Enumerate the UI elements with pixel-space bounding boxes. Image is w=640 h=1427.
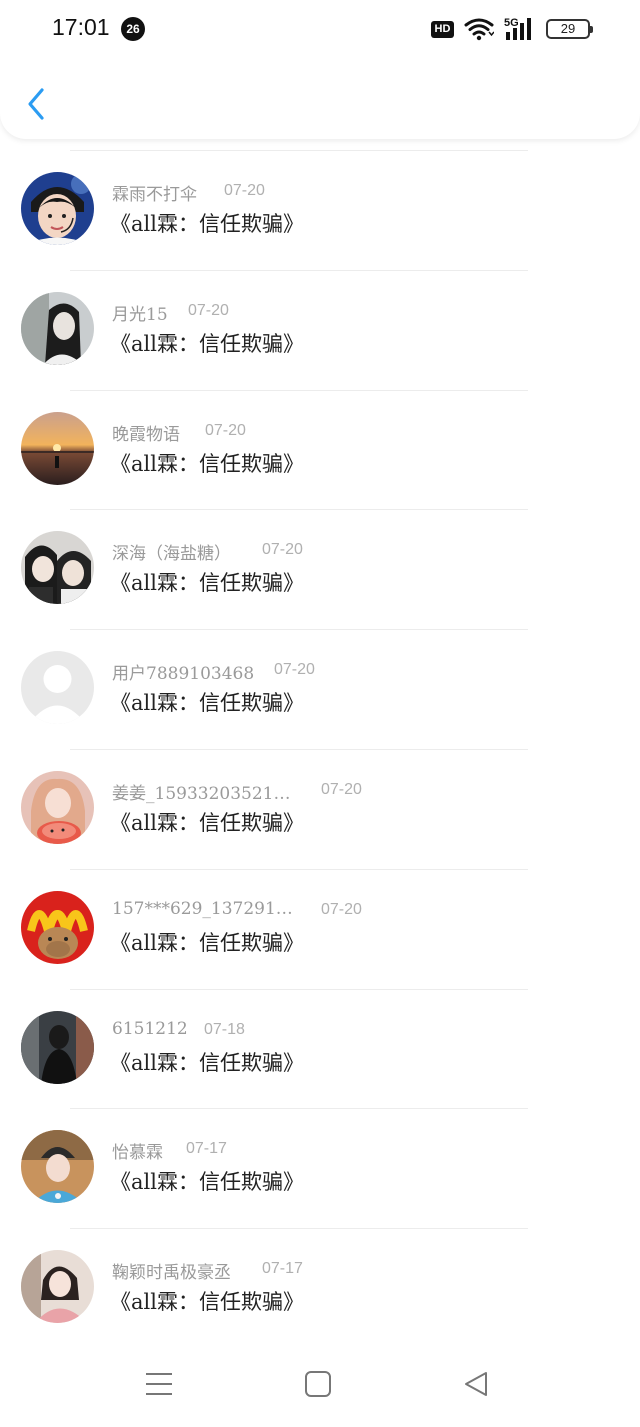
item-title: 《all霖：信任欺骗》 [110,451,304,476]
home-square-icon [305,1371,331,1397]
wifi-icon [464,18,494,41]
divider [70,389,528,391]
notification-count-badge: 26 [121,17,145,41]
timestamp: 07-20 [321,780,362,798]
timestamp: 07-20 [274,661,315,679]
avatar[interactable] [21,1250,94,1324]
status-bar: 17:01 26 HD 5G 29 [0,0,640,58]
avatar[interactable] [21,172,94,245]
nav-back-button[interactable] [456,1366,496,1402]
timestamp: 07-20 [262,541,303,559]
timestamp: 07-20 [321,900,362,918]
avatar[interactable] [21,1130,94,1204]
divider [70,748,528,750]
menu-button[interactable] [139,1366,179,1402]
item-title: 《all霖：信任欺骗》 [110,1050,304,1075]
chevron-left-icon [28,88,44,120]
avatar[interactable] [21,291,94,365]
avatar[interactable] [21,1010,94,1084]
status-time: 17:01 [52,14,110,40]
username: 姜姜_15933203521… [112,783,291,804]
divider [70,509,528,511]
hd-icon: HD [431,20,454,38]
username: 晚霞物语 [112,424,180,445]
divider [70,629,528,631]
home-button[interactable] [298,1366,338,1402]
back-triangle-icon [465,1372,487,1396]
item-title: 《all霖：信任欺骗》 [110,331,304,356]
divider [70,868,528,870]
item-title: 《all霖：信任欺骗》 [110,1290,304,1315]
back-button[interactable] [18,82,54,126]
item-title: 《all霖：信任欺骗》 [110,930,304,955]
list-item[interactable]: 深海（海盐糖） 07-20 《all霖：信任欺骗》 [0,509,640,629]
username: 月光15 [112,304,168,325]
timestamp: 07-20 [205,421,246,439]
cellular-5g-icon: 5G [504,17,531,40]
avatar[interactable] [21,651,94,725]
username: 157***629_137291… [112,898,293,919]
item-title: 《all霖：信任欺骗》 [110,810,304,835]
list-item[interactable]: 月光15 07-20 《all霖：信任欺骗》 [0,269,640,390]
username: 霖雨不打伞 [112,185,197,205]
network-5g-label: 5G [504,17,519,29]
item-title: 《all霖：信任欺骗》 [110,1170,304,1195]
system-navigation-bar [0,1340,640,1427]
item-title: 《all霖：信任欺骗》 [110,571,304,596]
username: 6151212 [112,1018,188,1039]
username: 深海（海盐糖） [112,544,231,565]
divider [70,1228,528,1230]
list-item[interactable]: 鞠颖时禹极豪丞 07-17 《all霖：信任欺骗》 [0,1228,640,1348]
username: 鞠颖时禹极豪丞 [112,1263,231,1284]
divider [70,988,528,990]
menu-icon [146,1373,172,1395]
battery-indicator: 29 [546,19,593,39]
timestamp: 07-17 [186,1140,227,1158]
avatar[interactable] [21,890,94,964]
top-app-bar: 17:01 26 HD 5G 29 [0,0,640,139]
status-icons: HD 5G 29 [431,16,593,42]
avatar[interactable] [21,411,94,485]
timestamp: 07-18 [204,1020,245,1038]
list-item[interactable]: 157***629_137291… 07-20 《all霖：信任欺骗》 [0,868,640,989]
avatar[interactable] [21,531,94,605]
list-item[interactable]: 霖雨不打伞 07-20 《all霖：信任欺骗》 [0,150,640,270]
list-item[interactable]: 晚霞物语 07-20 《all霖：信任欺骗》 [0,389,640,510]
item-title: 《all霖：信任欺骗》 [110,212,304,236]
timestamp: 07-17 [262,1260,303,1278]
list-item[interactable]: 姜姜_15933203521… 07-20 《all霖：信任欺骗》 [0,748,640,869]
divider [70,269,528,271]
divider [70,150,528,151]
list-item[interactable]: 6151212 07-18 《all霖：信任欺骗》 [0,988,640,1109]
avatar[interactable] [21,770,94,844]
list-item[interactable]: 用户7889103468 07-20 《all霖：信任欺骗》 [0,629,640,749]
item-title: 《all霖：信任欺骗》 [110,691,304,716]
username: 怡慕霖 [112,1143,163,1164]
username: 用户7889103468 [112,664,255,685]
timestamp: 07-20 [224,182,265,199]
list-item[interactable]: 怡慕霖 07-17 《all霖：信任欺骗》 [0,1108,640,1228]
comment-list: 霖雨不打伞 07-20 《all霖：信任欺骗》 月光15 07-20 《all霖：信任欺骗… [0,150,640,1348]
timestamp: 07-20 [188,301,229,319]
divider [70,1108,528,1110]
